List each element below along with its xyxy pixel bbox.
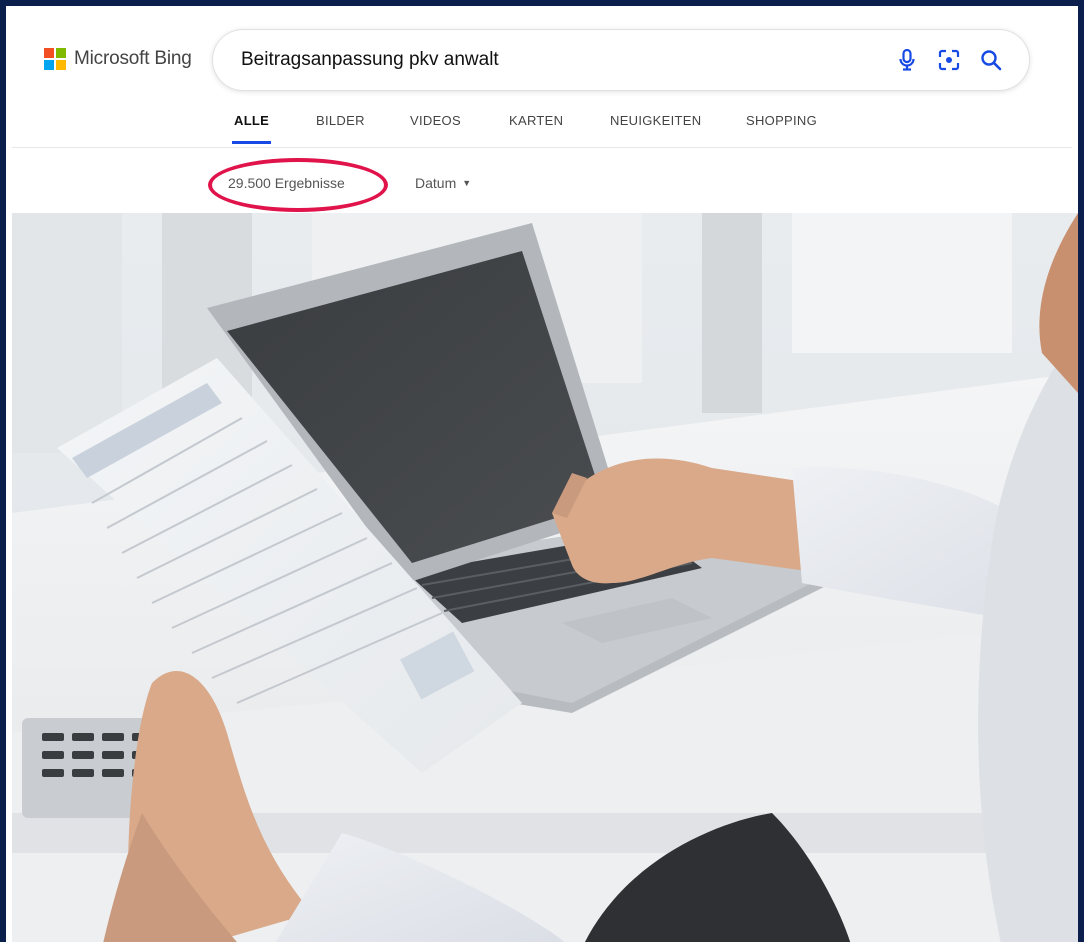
hero-image: [12, 213, 1078, 942]
search-icon[interactable]: [977, 46, 1005, 74]
visual-search-icon[interactable]: [935, 46, 963, 74]
tabs-divider: [12, 147, 1072, 148]
tab-videos[interactable]: VIDEOS: [410, 102, 461, 146]
search-tabs: ALLE BILDER VIDEOS KARTEN NEUIGKEITEN SH…: [6, 102, 1078, 148]
search-box[interactable]: Beitragsanpassung pkv anwalt: [213, 30, 1029, 90]
chevron-down-icon: ▼: [462, 178, 472, 188]
browser-frame: Microsoft Bing Beitragsanpassung pkv anw…: [0, 0, 1084, 942]
tab-bilder[interactable]: BILDER: [316, 102, 365, 146]
results-meta: 29.500 Ergebnisse Datum ▼: [6, 171, 1078, 201]
tab-alle[interactable]: ALLE: [231, 102, 272, 146]
microsoft-logo-icon: [44, 48, 66, 70]
office-photo: [12, 213, 1078, 942]
bing-logo[interactable]: Microsoft Bing: [44, 48, 192, 70]
tab-karten[interactable]: KARTEN: [509, 102, 563, 146]
tab-neuigkeiten[interactable]: NEUIGKEITEN: [610, 102, 701, 146]
highlight-annotation: [208, 158, 388, 212]
search-input[interactable]: Beitragsanpassung pkv anwalt: [241, 30, 499, 90]
date-filter-label: Datum: [415, 175, 457, 191]
microphone-icon[interactable]: [893, 46, 921, 74]
logo-text: Microsoft Bing: [74, 48, 192, 69]
date-filter-dropdown[interactable]: Datum ▼: [415, 175, 471, 191]
tab-shopping[interactable]: SHOPPING: [746, 102, 817, 146]
